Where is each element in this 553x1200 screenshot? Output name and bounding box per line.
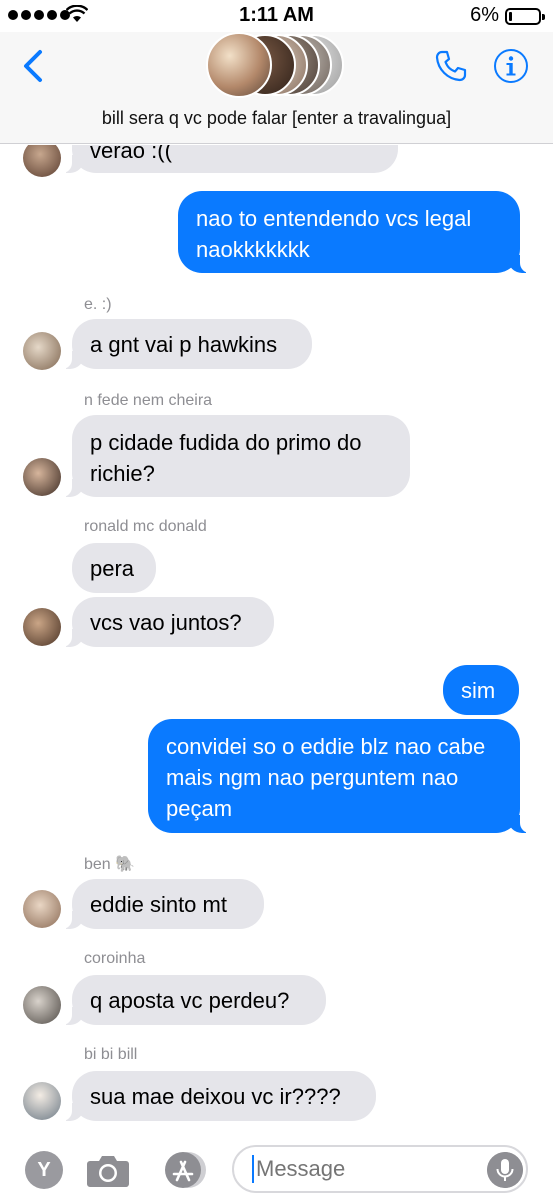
message-bubble[interactable]: q aposta vc perdeu? [62, 975, 326, 1025]
message-bubble[interactable]: verao :(( [62, 145, 398, 173]
message-bubble[interactable]: sim [443, 665, 519, 715]
message-text: convidei so o eddie blz nao cabe mais ng… [166, 734, 486, 821]
text-cursor [252, 1155, 254, 1183]
sender-name: ronald mc donald [84, 518, 207, 535]
app-store-icon[interactable] [158, 1151, 208, 1189]
sender-name: coroinha [84, 950, 146, 967]
message-text: nao to entendendo vcs legal naokkkkkkk [196, 206, 472, 262]
message-text: eddie sinto mt [90, 892, 227, 917]
message-bubble[interactable]: eddie sinto mt [62, 879, 264, 929]
compose-bar: Y [0, 1135, 553, 1200]
sender-avatar [23, 1082, 61, 1120]
sender-avatar [23, 332, 61, 370]
group-name[interactable]: bill sera q vc pode falar [enter a trava… [0, 108, 553, 129]
status-bar: 1:11 AM 6% [0, 0, 553, 32]
message-bubble[interactable]: vcs vao juntos? [62, 597, 274, 647]
sender-avatar [23, 986, 61, 1024]
sender-name: ben 🐘 [84, 856, 136, 873]
microphone-icon[interactable] [487, 1152, 523, 1188]
info-icon[interactable] [493, 48, 529, 84]
message-text: sua mae deixou vc ir???? [90, 1084, 341, 1109]
message-bubble[interactable]: convidei so o eddie blz nao cabe mais ng… [148, 719, 530, 833]
message-text: vcs vao juntos? [90, 610, 242, 635]
back-chevron-icon[interactable] [18, 46, 50, 86]
camera-icon[interactable] [86, 1151, 130, 1189]
group-avatar-main [206, 32, 272, 98]
message-bubble[interactable]: nao to entendendo vcs legal naokkkkkkk [178, 191, 530, 273]
battery-icon [505, 8, 545, 25]
group-avatars[interactable] [206, 32, 346, 98]
message-text: q aposta vc perdeu? [90, 988, 290, 1013]
message-thread: verao :(( nao to entendendo vcs legal na… [0, 145, 553, 1135]
message-bubble[interactable]: pera [72, 543, 156, 593]
app-drawer-y-button[interactable]: Y [25, 1151, 63, 1189]
message-text: sim [461, 678, 496, 703]
message-text: a gnt vai p hawkins [90, 332, 278, 357]
conversation-header: bill sera q vc pode falar [enter a trava… [0, 32, 553, 144]
message-text: p cidade fudida do primo do richie? [90, 430, 362, 486]
message-text: verao :(( [90, 145, 172, 163]
message-bubble[interactable]: a gnt vai p hawkins [62, 319, 312, 369]
sender-avatar [23, 458, 61, 496]
message-bubble[interactable]: sua mae deixou vc ir???? [62, 1071, 376, 1121]
sender-avatar [23, 890, 61, 928]
message-input[interactable] [232, 1145, 528, 1193]
message-bubble[interactable]: p cidade fudida do primo do richie? [62, 415, 410, 497]
sender-name: n fede nem cheira [84, 392, 213, 409]
message-text: pera [90, 556, 135, 581]
sender-name: bi bi bill [84, 1046, 138, 1063]
sender-avatar [23, 608, 61, 646]
battery-percentage: 6% [470, 4, 499, 26]
phone-icon[interactable] [433, 48, 469, 84]
sender-avatar [23, 145, 61, 177]
sender-name: e. :) [84, 296, 112, 313]
